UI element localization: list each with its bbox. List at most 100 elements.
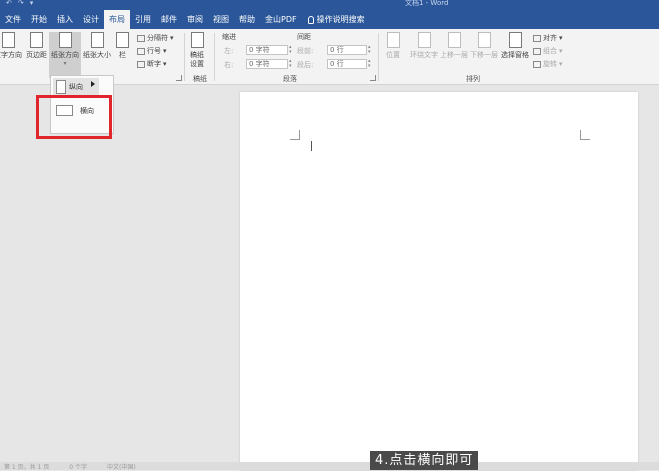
chevron-down-icon: ▾ xyxy=(63,60,67,67)
tab-design[interactable]: 设计 xyxy=(78,10,104,29)
group-label: 组合 xyxy=(543,47,557,55)
highlight-box xyxy=(36,95,112,139)
position-label: 位置 xyxy=(386,51,400,59)
send-backward-button[interactable]: 下移一层 xyxy=(470,32,498,72)
tab-kingsoft-pdf[interactable]: 金山PDF xyxy=(260,10,302,29)
draft-setting-button[interactable]: 稿纸 设置 xyxy=(190,32,204,72)
page-size-icon xyxy=(90,32,104,48)
spacing-before-stepper[interactable]: ▴ ▾ xyxy=(368,45,373,55)
page-setup-launcher-icon[interactable] xyxy=(176,75,182,81)
tab-layout[interactable]: 布局 xyxy=(104,10,130,29)
group-button[interactable]: 组合 ▾ xyxy=(533,46,563,56)
align-icon xyxy=(533,34,541,42)
hyphenation-label: 断字 xyxy=(147,60,161,68)
size-button[interactable]: 纸张大小 xyxy=(83,32,111,72)
tab-home[interactable]: 开始 xyxy=(26,10,52,29)
draft-group-label: 稿纸 xyxy=(193,75,207,83)
text-cursor xyxy=(311,141,312,151)
columns-icon xyxy=(116,32,129,48)
indent-left-field[interactable]: 0 字符 xyxy=(246,45,288,55)
tab-view[interactable]: 视图 xyxy=(208,10,234,29)
selection-pane-label: 选择窗格 xyxy=(501,51,529,59)
align-button[interactable]: 对齐 ▾ xyxy=(533,33,563,43)
ribbon-tabs: 文件 开始 插入 设计 布局 引用 邮件 审阅 视图 帮助 金山PDF 操作说明… xyxy=(0,10,370,29)
hyphenation-icon xyxy=(137,60,145,68)
selection-pane-icon xyxy=(508,32,522,48)
document-title: 文档1 - Word xyxy=(405,0,449,7)
customize-qat-icon[interactable]: ▾ xyxy=(30,0,34,7)
wrap-text-label: 环绕文字 xyxy=(410,51,438,59)
rotate-label: 旋转 xyxy=(543,60,557,68)
tab-insert[interactable]: 插入 xyxy=(52,10,78,29)
document-page[interactable] xyxy=(240,92,638,470)
tell-me-search[interactable]: 操作说明搜索 xyxy=(302,10,370,29)
columns-label: 栏 xyxy=(119,51,126,59)
orientation-icon xyxy=(58,32,72,48)
line-numbers-button[interactable]: 行号 ▾ xyxy=(137,46,167,56)
paragraph-launcher-icon[interactable] xyxy=(370,75,376,81)
position-button[interactable]: 位置 xyxy=(386,32,400,72)
group-separator xyxy=(184,33,185,81)
tutorial-caption: 4.点击横向即可 xyxy=(370,451,479,470)
spacing-after-stepper[interactable]: ▴ ▾ xyxy=(368,59,373,69)
breaks-button[interactable]: 分隔符 ▾ xyxy=(137,33,174,43)
lightbulb-icon xyxy=(307,15,314,24)
title-bar: ↶ ↷ ▾ 文档1 - Word 文件 开始 插入 设计 布局 引用 邮件 审阅… xyxy=(0,0,659,29)
margins-button[interactable]: 页边距 xyxy=(26,32,47,72)
text-direction-icon xyxy=(1,32,15,48)
paragraph-group-label: 段落 xyxy=(283,75,297,83)
rotate-icon xyxy=(533,60,541,68)
tab-mailings[interactable]: 邮件 xyxy=(156,10,182,29)
breaks-icon xyxy=(137,34,145,42)
size-label: 纸张大小 xyxy=(83,51,111,59)
tab-review[interactable]: 审阅 xyxy=(182,10,208,29)
rotate-button[interactable]: 旋转 ▾ xyxy=(533,59,563,69)
indent-right-field[interactable]: 0 字符 xyxy=(246,59,288,69)
wrap-text-button[interactable]: 环绕文字 xyxy=(410,32,438,72)
tab-references[interactable]: 引用 xyxy=(130,10,156,29)
orientation-button[interactable]: 纸张方向 ▾ xyxy=(49,32,81,78)
bring-forward-button[interactable]: 上移一层 xyxy=(440,32,468,72)
undo-icon[interactable]: ↶ xyxy=(6,0,12,7)
portrait-page-icon xyxy=(56,80,66,94)
hyphenation-button[interactable]: 断字 ▾ xyxy=(137,59,167,69)
indent-title: 缩进 xyxy=(222,33,236,41)
mouse-pointer-icon xyxy=(91,81,95,87)
status-bar: 第 1 页，共 1 页 0 个字 中文(中国) xyxy=(0,462,659,471)
bring-forward-label: 上移一层 xyxy=(440,51,468,59)
wrap-text-icon xyxy=(417,32,431,48)
align-label: 对齐 xyxy=(543,34,557,42)
indent-right-stepper[interactable]: ▴ ▾ xyxy=(289,59,294,69)
draft-setting-label: 稿纸 设置 xyxy=(190,51,204,68)
tab-file[interactable]: 文件 xyxy=(0,10,26,29)
spacing-after-label: 段后: xyxy=(297,61,314,69)
text-direction-label: 文字方向 xyxy=(0,51,22,59)
quick-access-toolbar: ↶ ↷ ▾ xyxy=(6,0,34,7)
group-icon xyxy=(533,47,541,55)
indent-left-stepper[interactable]: ▴ ▾ xyxy=(289,45,294,55)
portrait-label: 纵向 xyxy=(69,83,83,91)
spacing-after-field[interactable]: 0 行 xyxy=(327,59,367,69)
selection-pane-button[interactable]: 选择窗格 xyxy=(501,32,529,72)
tab-help[interactable]: 帮助 xyxy=(234,10,260,29)
draft-paper-icon xyxy=(190,32,204,48)
group-separator xyxy=(378,33,379,81)
group-separator xyxy=(214,33,215,81)
position-icon xyxy=(386,32,400,48)
text-direction-button[interactable]: 文字方向 xyxy=(0,32,22,72)
crop-mark-top-right xyxy=(580,130,590,140)
line-numbers-icon xyxy=(137,47,145,55)
send-backward-icon xyxy=(477,32,491,48)
indent-right-label: 右: xyxy=(224,61,234,69)
orientation-label: 纸张方向 xyxy=(51,51,79,59)
columns-button[interactable]: 栏 xyxy=(116,32,129,72)
redo-icon[interactable]: ↷ xyxy=(18,0,24,7)
spacing-title: 间距 xyxy=(297,33,311,41)
indent-left-label: 左: xyxy=(224,47,234,55)
spacing-before-field[interactable]: 0 行 xyxy=(327,45,367,55)
spacing-before-label: 段前: xyxy=(297,47,314,55)
status-words: 0 个字 xyxy=(69,464,87,471)
margins-icon xyxy=(30,32,43,48)
status-page: 第 1 页，共 1 页 xyxy=(4,464,50,471)
status-language: 中文(中国) xyxy=(107,464,136,471)
